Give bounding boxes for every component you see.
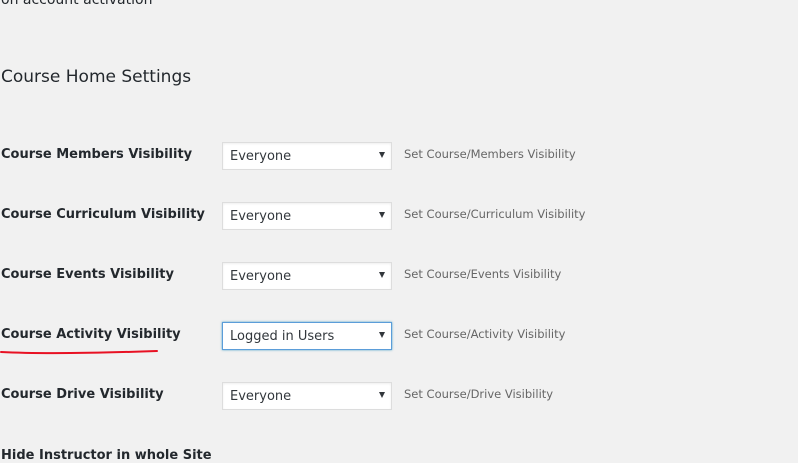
setting-description: Set Course/Curriculum Visibility [404, 207, 586, 221]
setting-description: Set Course/Drive Visibility [404, 387, 554, 401]
hide-instructor-label: Hide Instructor in whole Site [1, 448, 212, 463]
setting-description: Set Course/Members Visibility [404, 147, 576, 161]
account-activation-text: on account activation [1, 0, 153, 8]
triangle-down-icon [379, 332, 385, 338]
triangle-down-icon [379, 392, 385, 398]
setting-row-curriculum: Course Curriculum Visibility Everyone Se… [0, 202, 798, 230]
select-value: Everyone [230, 149, 292, 164]
curriculum-visibility-select[interactable]: Everyone [222, 202, 392, 230]
members-visibility-select[interactable]: Everyone [222, 142, 392, 170]
select-value: Logged in Users [230, 329, 335, 344]
select-value: Everyone [230, 209, 292, 224]
setting-row-members: Course Members Visibility Everyone Set C… [0, 142, 798, 170]
setting-label: Course Events Visibility [1, 267, 174, 282]
red-annotation-underline [0, 350, 158, 355]
triangle-down-icon [379, 272, 385, 278]
setting-label: Course Activity Visibility [1, 327, 181, 342]
events-visibility-select[interactable]: Everyone [222, 262, 392, 290]
triangle-down-icon [379, 152, 385, 158]
select-value: Everyone [230, 389, 292, 404]
drive-visibility-select[interactable]: Everyone [222, 382, 392, 410]
select-value: Everyone [230, 269, 292, 284]
setting-description: Set Course/Events Visibility [404, 267, 562, 281]
setting-label: Course Drive Visibility [1, 387, 164, 402]
setting-description: Set Course/Activity Visibility [404, 327, 566, 341]
triangle-down-icon [379, 212, 385, 218]
setting-row-drive: Course Drive Visibility Everyone Set Cou… [0, 382, 798, 410]
activity-visibility-select[interactable]: Logged in Users [222, 322, 392, 350]
setting-label: Course Members Visibility [1, 147, 193, 162]
setting-label: Course Curriculum Visibility [1, 207, 205, 222]
section-title: Course Home Settings [1, 67, 192, 87]
setting-row-events: Course Events Visibility Everyone Set Co… [0, 262, 798, 290]
